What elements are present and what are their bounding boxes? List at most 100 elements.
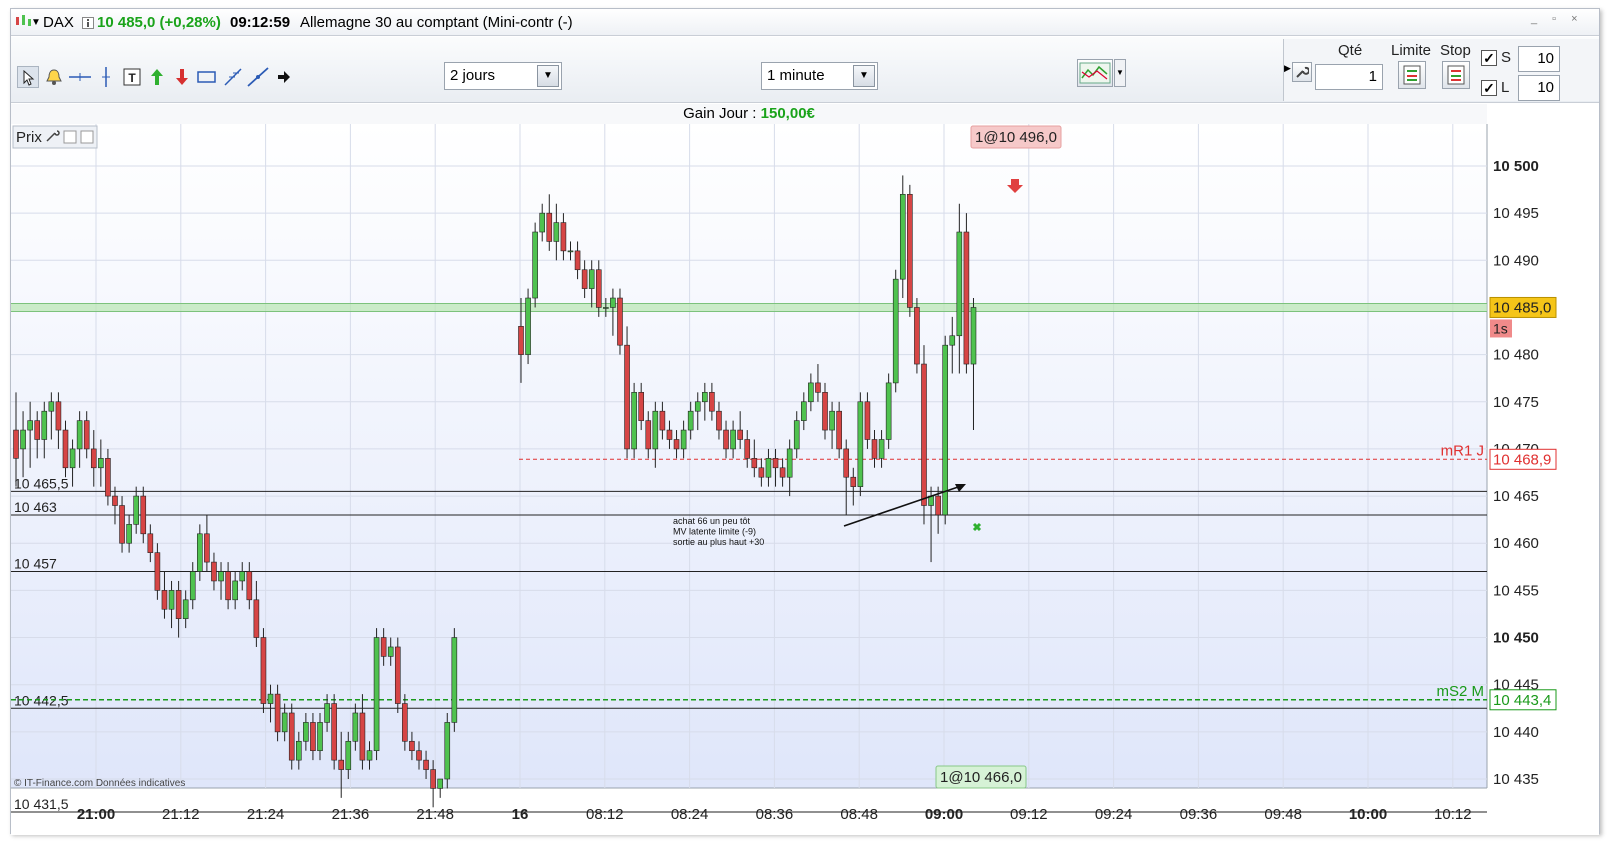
next-arrow-icon[interactable]	[273, 66, 295, 88]
candle-body	[189, 571, 196, 601]
panel-toggle-icon[interactable]: ▶	[1284, 63, 1291, 74]
candle-body	[723, 429, 729, 450]
vertical-line-icon[interactable]	[95, 66, 117, 88]
candle-body	[744, 439, 751, 459]
candle-body	[317, 722, 323, 752]
candle-body	[246, 571, 253, 601]
candle-body	[394, 646, 401, 704]
candle-body	[765, 458, 772, 478]
candle-body	[126, 524, 132, 544]
alarm-bell-icon[interactable]	[43, 66, 65, 88]
instrument-name: Allemagne 30 au comptant (Mini-contr (-)	[300, 14, 573, 31]
candle-body	[204, 533, 210, 563]
rectangle-tool-icon[interactable]	[196, 66, 218, 88]
candle-body	[423, 759, 429, 770]
panel-close-icon	[63, 130, 77, 144]
candle-body	[553, 222, 560, 242]
stop-order-button[interactable]	[1442, 61, 1470, 89]
chevron-down-icon[interactable]: ▼	[1114, 59, 1126, 87]
text-tool-icon[interactable]: T	[121, 66, 143, 88]
x-tick-label: 08:24	[671, 806, 709, 823]
candle-body	[560, 222, 567, 252]
x-tick-label: 09:00	[925, 806, 963, 823]
chevron-down-icon[interactable]: ▼	[537, 65, 559, 87]
l-checkbox[interactable]: ✓	[1481, 80, 1497, 96]
candle-body	[659, 410, 666, 431]
candle-body	[76, 420, 83, 450]
y-tick-label: 10 455	[1493, 582, 1539, 599]
candle-body	[567, 250, 574, 253]
candle-body	[310, 722, 316, 752]
info-icon[interactable]	[82, 16, 94, 33]
crosshair-icon[interactable]	[69, 66, 91, 88]
symbol-name[interactable]: DAX	[43, 14, 74, 31]
candle-body	[83, 420, 90, 450]
chart-svg[interactable]: 10 50010 49510 49010 48010 47510 47010 4…	[11, 124, 1599, 835]
pivot-r1-label: 10 468,9	[1493, 451, 1551, 468]
l-input[interactable]: 10	[1518, 75, 1560, 101]
candle-body	[140, 495, 147, 535]
order-panel: ▶ Qté 1 Limite Stop ✓ S 10 ✓ L 10	[1283, 39, 1599, 101]
s-input[interactable]: 10	[1518, 46, 1560, 72]
sell-arrow-icon[interactable]	[171, 66, 193, 88]
pivot-s2-label: 10 443,4	[1493, 692, 1551, 709]
candle-body	[878, 439, 885, 459]
x-tick-label: 09:12	[1010, 806, 1048, 823]
candle-body	[808, 382, 814, 403]
candle-body	[338, 759, 345, 770]
buy-arrow-icon[interactable]	[146, 66, 168, 88]
period-select[interactable]: 2 jours ▼	[444, 62, 562, 90]
x-tick-label: 09:36	[1180, 806, 1218, 823]
wrench-icon[interactable]	[1292, 62, 1312, 82]
y-tick-label: 10 495	[1493, 205, 1539, 222]
chevron-down-icon[interactable]: ▼	[853, 65, 875, 87]
candle-body	[147, 533, 154, 553]
trendline-icon[interactable]	[247, 66, 269, 88]
candle-body	[815, 382, 821, 393]
candle-body	[758, 467, 765, 478]
indicators-button[interactable]	[1077, 59, 1113, 87]
candle-body	[574, 250, 581, 271]
candle-body	[62, 429, 69, 469]
level-label: 10 457	[14, 556, 57, 572]
window-controls[interactable]: _ ▫ ×	[1531, 13, 1584, 25]
qty-input[interactable]: 1	[1315, 64, 1383, 90]
cursor-icon[interactable]	[17, 66, 39, 88]
candle-body	[652, 410, 659, 450]
annotation-line: achat 66 un peu tôt	[673, 516, 751, 526]
candle-body	[267, 693, 274, 704]
y-tick-label: 10 465	[1493, 488, 1539, 505]
candle-body	[864, 401, 871, 440]
candle-body	[161, 590, 168, 610]
candle-body	[430, 769, 436, 789]
fibonacci-icon[interactable]	[222, 66, 244, 88]
buy-marker-icon	[972, 522, 982, 532]
candle-body	[949, 335, 956, 346]
candle-body	[588, 269, 595, 289]
price-chart[interactable]: 10 50010 49510 49010 48010 47510 47010 4…	[11, 124, 1599, 835]
current-price-label: 10 485,0	[1493, 299, 1551, 316]
candle-body	[892, 278, 899, 384]
annotation-line: sortie au plus haut +30	[673, 537, 764, 547]
limit-label: Limite	[1391, 42, 1432, 59]
candle-body	[373, 637, 380, 752]
s-checkbox[interactable]: ✓	[1481, 50, 1497, 66]
symbol-dropdown-icon[interactable]: ▼	[31, 17, 41, 28]
candle-body	[829, 410, 835, 431]
panel-add-icon	[80, 130, 94, 144]
candle-body	[885, 382, 892, 440]
candle-body	[175, 590, 182, 619]
candle-body	[437, 778, 444, 789]
limit-order-button[interactable]	[1398, 61, 1426, 89]
level-label: 10 463	[14, 499, 57, 515]
current-price-band	[11, 303, 1487, 312]
candle-body	[295, 740, 302, 761]
candle-body	[730, 429, 736, 450]
candle-body	[303, 722, 309, 742]
candle-body	[942, 344, 949, 516]
candle-body	[154, 552, 161, 591]
candle-body	[211, 561, 217, 582]
candle-body	[793, 420, 800, 450]
interval-select[interactable]: 1 minute ▼	[761, 62, 878, 90]
pivot-s2-name: mS2 M	[1436, 683, 1484, 700]
